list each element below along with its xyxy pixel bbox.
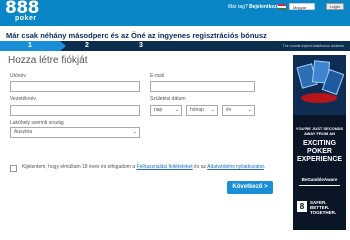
form-title: Hozza létre fiókját xyxy=(8,55,88,66)
member-question-text: Már tag? xyxy=(228,4,248,10)
last-name-input[interactable] xyxy=(10,105,140,116)
step-2: 2 xyxy=(85,42,89,49)
login-button[interactable]: Login xyxy=(326,3,344,10)
step-1: 1 xyxy=(28,42,32,49)
country-label: Lakóhely szerinti ország xyxy=(10,120,64,126)
dob-day-value: nap xyxy=(154,107,163,113)
steps-note: The rounds expect total/bonus contents xyxy=(282,44,344,48)
steps-bar: 1 2 3 The rounds expect total/bonus cont… xyxy=(0,41,350,51)
cards-image xyxy=(293,55,346,115)
step-3: 3 xyxy=(139,42,143,49)
chevron-down-icon: ⌄ xyxy=(132,129,137,135)
consent-text-3: . xyxy=(263,164,266,170)
safer-logo-icon: 8 xyxy=(297,201,307,212)
next-button[interactable]: Következő > xyxy=(227,181,273,194)
divider xyxy=(299,185,340,186)
promo-banner[interactable]: YOU'RE JUST SECONDS AWAY FROM AN EXCITIN… xyxy=(293,55,346,230)
chevron-down-icon: ⌄ xyxy=(247,107,252,113)
hungary-flag-icon xyxy=(278,4,286,10)
terms-link[interactable]: Felhasználási feltételeket xyxy=(137,164,193,170)
dob-year-select[interactable]: év ⌄ xyxy=(222,105,255,116)
consent-text: Kijelentem, hogy elmúltam 18 éves és elf… xyxy=(22,164,277,171)
email-input[interactable] xyxy=(150,81,255,92)
safer-text: SAFER. BETTER. TOGETHER. xyxy=(310,200,337,215)
first-name-input[interactable] xyxy=(10,81,140,92)
dob-label: Születési dátum xyxy=(150,96,186,102)
language-select[interactable]: Magyar xyxy=(289,3,315,10)
begambleaware-logo: BeGambleAware xyxy=(301,177,338,182)
logo-poker: poker xyxy=(15,15,37,22)
consent-text-2: és az xyxy=(192,164,208,170)
top-header: 888 poker Már tag? Bejelentkezés Magyar … xyxy=(0,0,350,26)
consent-text-1: Kijelentem, hogy elmúltam 18 éves és elf… xyxy=(22,164,137,170)
privacy-link[interactable]: Adatvédelmi nyilatkozatot xyxy=(207,164,264,170)
country-value: Ausztria xyxy=(14,129,33,135)
chevron-down-icon: ⌄ xyxy=(210,107,215,113)
chevron-down-icon: ⌄ xyxy=(174,107,179,113)
last-name-label: Vezetéknév xyxy=(10,96,36,102)
banner-subtitle: YOU'RE JUST SECONDS AWAY FROM AN xyxy=(295,126,344,136)
country-select[interactable]: Ausztria ⌄ xyxy=(10,127,140,138)
consent-checkbox[interactable] xyxy=(10,165,17,172)
step-arrow xyxy=(60,41,66,51)
email-label: E-mail xyxy=(150,73,165,79)
first-name-label: Utónév xyxy=(10,73,26,79)
dob-month-select[interactable]: hónap ⌄ xyxy=(186,105,218,116)
chips-icon xyxy=(301,93,337,103)
banner-headline: EXCITING POKER EXPERIENCE xyxy=(296,140,343,163)
dob-day-select[interactable]: nap ⌄ xyxy=(150,105,182,116)
dob-year-value: év xyxy=(226,107,232,113)
promo-text: Már csak néhány másodperc és az Öné az i… xyxy=(6,31,267,40)
dob-month-value: hónap xyxy=(190,107,204,113)
member-question: Már tag? Bejelentkezés xyxy=(228,4,282,10)
